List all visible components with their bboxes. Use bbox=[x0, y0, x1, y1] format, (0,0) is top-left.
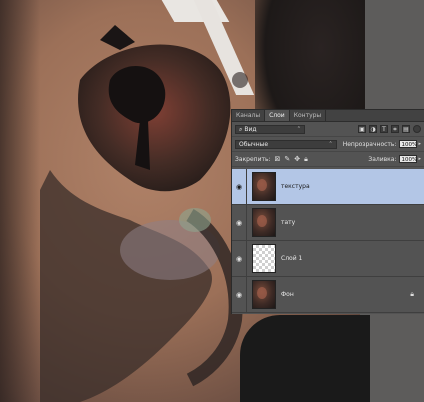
layer-row-texture[interactable]: ◉ текстура bbox=[232, 169, 424, 205]
layer-thumbnail bbox=[252, 172, 276, 201]
smart-object-filter-icon[interactable]: ▤ bbox=[402, 125, 410, 133]
filter-toggle-icon[interactable] bbox=[413, 125, 421, 133]
opacity-input[interactable]: 100% bbox=[399, 140, 418, 148]
layer-thumbnail bbox=[252, 280, 276, 309]
panel-tabs: Каналы Слои Контуры bbox=[232, 110, 424, 122]
filter-icons: ▣ ◑ T ⌗ ▤ bbox=[358, 125, 421, 133]
eye-icon[interactable]: ◉ bbox=[232, 219, 246, 227]
fill-dropdown-icon[interactable]: ▸ bbox=[418, 156, 421, 162]
lock-position-icon[interactable]: ✥ bbox=[294, 155, 300, 164]
shape-filter-icon[interactable]: ⌗ bbox=[391, 125, 399, 133]
tab-layers[interactable]: Слои bbox=[265, 110, 290, 121]
layer-name: тату bbox=[281, 219, 296, 226]
blend-mode-value: Обычные bbox=[239, 140, 269, 148]
photo-arm-shadow bbox=[0, 0, 40, 402]
tattoo-artwork bbox=[40, 25, 248, 402]
layer-divider bbox=[246, 205, 247, 240]
layer-name: текстура bbox=[281, 183, 310, 190]
tab-channels[interactable]: Каналы bbox=[232, 110, 266, 121]
blend-mode-select[interactable]: Обычные ⌃ bbox=[235, 139, 337, 149]
lock-brush-icon[interactable]: ✎ bbox=[284, 155, 290, 164]
layer-thumbnail bbox=[252, 208, 276, 237]
fill-input[interactable]: 100% bbox=[399, 155, 418, 163]
layer-filter-select[interactable]: ⌕ Вид ⌃ bbox=[235, 124, 305, 134]
layer-divider bbox=[246, 169, 247, 204]
opacity-dropdown-icon[interactable]: ▸ bbox=[418, 141, 421, 147]
layer-thumbnail bbox=[252, 244, 276, 273]
chevron-down-icon: ⌃ bbox=[328, 140, 333, 147]
layer-row-background[interactable]: ◉ Фон 🔒︎ bbox=[232, 277, 424, 313]
layer-filter-value: Вид bbox=[244, 125, 257, 133]
lock-icons: ⊠ ✎ ✥ 🔒︎ bbox=[275, 155, 308, 164]
eye-icon[interactable]: ◉ bbox=[232, 255, 246, 263]
lock-icon: 🔒︎ bbox=[410, 290, 414, 298]
search-icon: ⌕ bbox=[239, 125, 243, 133]
layer-name: Слой 1 bbox=[281, 255, 303, 262]
fill-label: Заливка: bbox=[368, 155, 397, 163]
pixel-filter-icon[interactable]: ▣ bbox=[358, 125, 366, 133]
blend-row: Обычные ⌃ Непрозрачность: 100% ▸ bbox=[232, 137, 424, 152]
layer-divider bbox=[246, 277, 247, 312]
layers-list: ◉ текстура ◉ тату ◉ Слой 1 ◉ Фон 🔒︎ bbox=[232, 169, 424, 313]
layer-divider bbox=[246, 241, 247, 276]
lock-all-icon[interactable]: 🔒︎ bbox=[304, 155, 308, 164]
tab-paths[interactable]: Контуры bbox=[290, 110, 327, 121]
layers-panel: Каналы Слои Контуры ⌕ Вид ⌃ ▣ ◑ T ⌗ ▤ Об… bbox=[231, 109, 424, 314]
photo-shirt bbox=[240, 315, 370, 402]
eye-icon[interactable]: ◉ bbox=[232, 291, 246, 299]
opacity-label: Непрозрачность: bbox=[342, 140, 397, 148]
lock-row: Закрепить: ⊠ ✎ ✥ 🔒︎ Заливка: 100% ▸ bbox=[232, 152, 424, 167]
lock-label: Закрепить: bbox=[235, 155, 271, 163]
eye-icon[interactable]: ◉ bbox=[232, 183, 246, 191]
filter-row: ⌕ Вид ⌃ ▣ ◑ T ⌗ ▤ bbox=[232, 122, 424, 137]
layer-row-layer1[interactable]: ◉ Слой 1 bbox=[232, 241, 424, 277]
chevron-down-icon: ⌃ bbox=[296, 125, 301, 132]
type-filter-icon[interactable]: T bbox=[380, 125, 388, 133]
layer-row-tattoo[interactable]: ◉ тату bbox=[232, 205, 424, 241]
layer-name: Фон bbox=[281, 291, 294, 298]
lock-transparency-icon[interactable]: ⊠ bbox=[275, 155, 281, 164]
adjustment-filter-icon[interactable]: ◑ bbox=[369, 125, 377, 133]
